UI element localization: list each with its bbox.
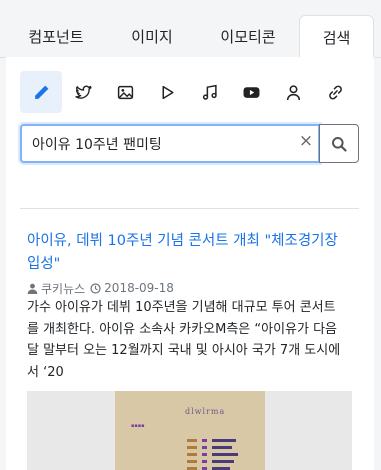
twitter-button[interactable]	[62, 71, 104, 113]
clear-search-icon[interactable]: ×	[298, 131, 314, 151]
tab-underline	[374, 57, 381, 58]
poster-tracklist-row	[187, 462, 237, 465]
youtube-button[interactable]	[230, 71, 272, 113]
play-icon	[162, 85, 174, 99]
music-icon	[202, 84, 217, 100]
poster-title: dlwlrma	[185, 407, 226, 416]
link-button[interactable]	[314, 71, 356, 113]
video-button[interactable]	[146, 71, 188, 113]
tab-images[interactable]: 이미지	[116, 15, 188, 57]
tab-bar: 컴포넌트 이미지 이모티콘 검색	[0, 0, 381, 58]
pencil-button[interactable]	[20, 71, 62, 113]
result-snippet: 가수 아이유가 데뷔 10주년을 기념해 대규모 투어 콘서트를 개최한다. 아…	[27, 300, 341, 380]
result-source: 쿠키뉴스	[41, 281, 86, 296]
search-icon	[332, 136, 347, 152]
search-bar: ×	[20, 124, 359, 163]
poster-vertical-text: ▪▪▪▪	[131, 423, 145, 429]
clock-icon	[90, 282, 101, 294]
twitter-icon	[74, 85, 92, 99]
search-input[interactable]	[20, 124, 320, 163]
pencil-icon	[34, 85, 48, 99]
search-button[interactable]	[319, 124, 359, 163]
poster-tracklist-row	[187, 434, 233, 449]
result-title-link[interactable]: 아이유, 데뷔 10주년 기념 콘서트 개최 "체조경기장 입성"	[27, 230, 349, 276]
link-icon	[328, 85, 342, 99]
poster-tracklist-row	[187, 455, 231, 470]
image-button[interactable]	[104, 71, 146, 113]
youtube-icon	[243, 86, 259, 98]
divider	[20, 208, 359, 209]
user-icon	[286, 84, 300, 100]
tab-search[interactable]: 검색	[299, 15, 374, 58]
music-button[interactable]	[188, 71, 230, 113]
tab-emoticons[interactable]: 이모티콘	[206, 15, 290, 57]
poster-image: dlwlrma ▪▪▪▪	[115, 391, 265, 470]
result-thumbnail[interactable]: dlwlrma ▪▪▪▪	[27, 391, 352, 470]
image-icon	[117, 85, 133, 99]
tab-components[interactable]: 컴포넌트	[14, 15, 98, 57]
result-date: 2018-09-18	[104, 281, 174, 295]
poster-tracklist-row	[187, 441, 239, 456]
poster-tracklist-row	[187, 427, 237, 442]
poster-tracklist-row	[187, 448, 235, 463]
user-icon	[27, 283, 38, 294]
profile-button[interactable]	[272, 71, 314, 113]
result-meta: 쿠키뉴스 2018-09-18	[27, 280, 174, 296]
